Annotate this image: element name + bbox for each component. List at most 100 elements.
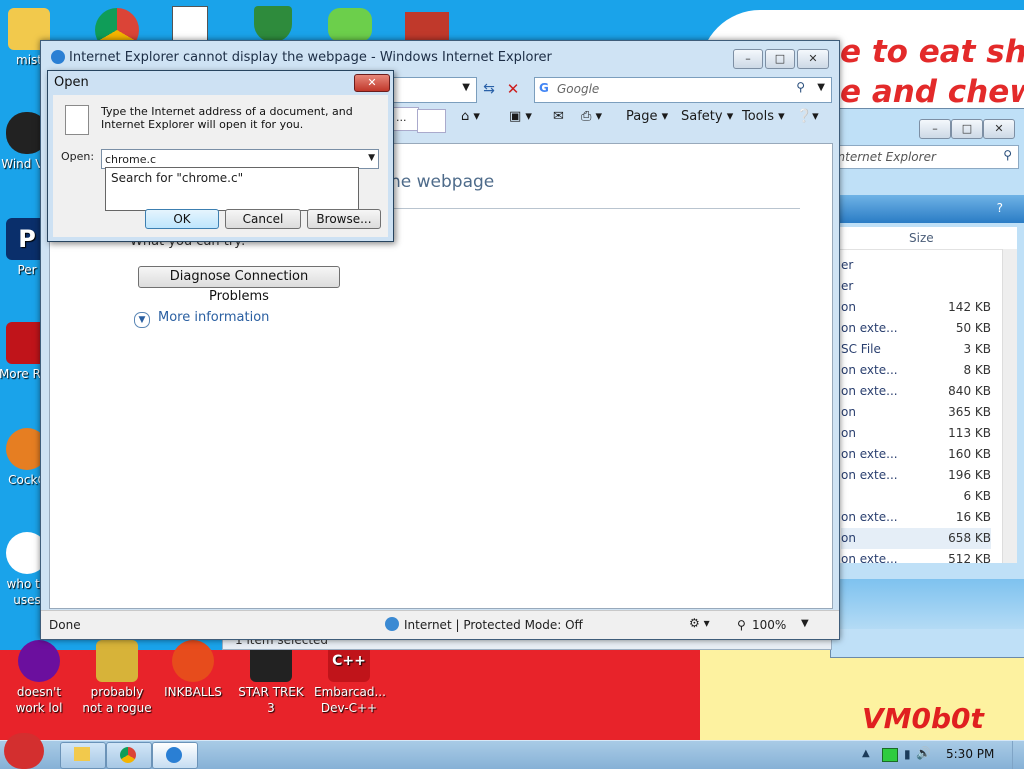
- expand-icon[interactable]: ▼: [134, 312, 150, 328]
- file-row[interactable]: on exte... 160 KB: [841, 444, 991, 465]
- help-icon[interactable]: ?: [997, 201, 1003, 215]
- desktop-icon-label: probably not a rogue: [82, 685, 152, 715]
- desktop-icon-label: Embarcad... Dev-C++: [314, 685, 386, 715]
- desktop-icon-inkballs[interactable]: INKBALLS: [158, 640, 228, 700]
- chrome-icon: [120, 747, 136, 763]
- chevron-down-icon[interactable]: ▼: [817, 82, 825, 93]
- refresh-icon[interactable]: ⇆: [479, 77, 499, 101]
- explorer-window: – □ ✕ Internet Explorer ⚲ ? Size er er o…: [830, 108, 1024, 658]
- popup-blocker-icon[interactable]: ⚙ ▾: [689, 616, 710, 630]
- open-input[interactable]: chrome.c ▼: [101, 149, 379, 169]
- desktop-icon-label: Per: [17, 263, 37, 277]
- mail-icon[interactable]: ✉: [553, 109, 564, 124]
- ie-tab[interactable]: ...: [393, 107, 419, 131]
- dialog-body: Type the Internet address of a document,…: [53, 95, 388, 237]
- file-row[interactable]: on exte... 16 KB: [841, 507, 991, 528]
- zoom-level[interactable]: 100%: [752, 618, 786, 632]
- explorer-minimize-button[interactable]: –: [919, 119, 951, 139]
- ie-maximize-button[interactable]: □: [765, 49, 795, 69]
- wallpaper-text-2: e and chew: [840, 74, 1024, 110]
- tools-menu[interactable]: Tools ▾: [742, 109, 785, 124]
- ie-tab-label: ...: [396, 111, 407, 124]
- status-text: Done: [49, 618, 81, 632]
- open-input-value: chrome.c: [105, 153, 157, 166]
- security-zone-text[interactable]: Internet | Protected Mode: Off: [404, 618, 583, 632]
- diagnose-connection-button[interactable]: Diagnose Connection Problems: [138, 266, 340, 304]
- chevron-down-icon[interactable]: ▼: [462, 82, 470, 93]
- search-icon: ⚲: [1003, 148, 1012, 162]
- chevron-down-icon[interactable]: ▼: [368, 153, 375, 163]
- browse-button[interactable]: Browse...: [307, 209, 381, 229]
- file-row[interactable]: on exte... 512 KB: [841, 549, 991, 570]
- file-row[interactable]: SC File 3 KB: [841, 339, 991, 360]
- dialog-close-button[interactable]: ✕: [354, 74, 390, 92]
- help-icon[interactable]: ❔▾: [796, 109, 819, 124]
- file-row[interactable]: on exte... 840 KB: [841, 381, 991, 402]
- desktop-icon-label: doesn't work lol: [15, 685, 63, 715]
- explorer-search-input[interactable]: Internet Explorer ⚲: [831, 145, 1019, 169]
- explorer-column-header: Size: [831, 227, 1017, 250]
- file-row[interactable]: er: [841, 276, 991, 297]
- size-column-header[interactable]: Size: [909, 231, 934, 245]
- feeds-icon[interactable]: ▣ ▾: [509, 109, 532, 124]
- ie-close-button[interactable]: ✕: [797, 49, 829, 69]
- safety-menu[interactable]: Safety ▾: [681, 109, 733, 124]
- autocomplete-item[interactable]: Search for "chrome.c": [111, 171, 243, 185]
- show-hidden-icons[interactable]: ▲: [862, 748, 870, 759]
- battery-icon[interactable]: ▮: [904, 747, 911, 761]
- new-tab-button[interactable]: [417, 109, 446, 133]
- desktop-icon-yahoo[interactable]: doesn't work lol: [4, 640, 74, 716]
- taskbar-chrome-button[interactable]: [106, 742, 152, 769]
- home-icon[interactable]: ⌂ ▾: [461, 109, 480, 124]
- taskbar: ▲ ▮ 🔊 5:30 PM: [0, 733, 1024, 769]
- search-icon[interactable]: ⚲: [796, 80, 805, 94]
- flag-icon[interactable]: [405, 12, 449, 40]
- file-row[interactable]: on exte... 196 KB: [841, 465, 991, 486]
- file-row[interactable]: on 113 KB: [841, 423, 991, 444]
- stop-icon[interactable]: ✕: [503, 77, 523, 101]
- more-information-link[interactable]: More information: [158, 310, 269, 325]
- chevron-down-icon[interactable]: ▼: [801, 618, 809, 629]
- zoom-icon[interactable]: ⚲: [737, 618, 746, 632]
- file-row[interactable]: on 365 KB: [841, 402, 991, 423]
- desktop-icon-startrek[interactable]: STAR TREK 3: [236, 640, 306, 716]
- file-row[interactable]: on exte... 50 KB: [841, 318, 991, 339]
- flag-icon[interactable]: [882, 748, 898, 762]
- autocomplete-dropdown[interactable]: Search for "chrome.c": [105, 167, 359, 211]
- start-button[interactable]: [4, 733, 44, 769]
- desktop-icon-label: STAR TREK 3: [238, 685, 304, 715]
- print-icon[interactable]: ⎙ ▾: [581, 109, 602, 124]
- explorer-scrollbar[interactable]: [1002, 249, 1017, 563]
- page-menu[interactable]: Page ▾: [626, 109, 668, 124]
- file-row-selected[interactable]: on 658 KB: [841, 528, 991, 549]
- taskbar-ie-button[interactable]: [152, 742, 198, 769]
- ie-logo-icon: [51, 50, 65, 64]
- file-row[interactable]: 6 KB: [841, 486, 991, 507]
- desktop-icon-devcpp[interactable]: C++ Embarcad... Dev-C++: [314, 640, 386, 716]
- ball-icon: [172, 640, 214, 682]
- taskbar-explorer-button[interactable]: [60, 742, 106, 769]
- cards-icon[interactable]: [172, 6, 208, 44]
- explorer-file-list: Size er er on 142 KB on exte... 50 KB SC F…: [831, 227, 1017, 566]
- folder-icon: [74, 747, 90, 761]
- cancel-button[interactable]: Cancel: [225, 209, 301, 229]
- open-dialog: Open ✕ Type the Internet address of a do…: [47, 70, 394, 242]
- desktop-icon-probably[interactable]: probably not a rogue: [82, 640, 152, 716]
- gears-icon: [96, 640, 138, 682]
- piggy-icon[interactable]: [328, 8, 372, 42]
- dialog-description: Type the Internet address of a document,…: [101, 105, 353, 131]
- wallpaper-text-1: e to eat shit: [840, 34, 1024, 70]
- volume-icon[interactable]: 🔊: [916, 746, 931, 760]
- ok-button[interactable]: OK: [145, 209, 219, 229]
- file-row[interactable]: er: [841, 255, 991, 276]
- clock[interactable]: 5:30 PM: [946, 747, 994, 761]
- ie-search-input[interactable]: G Google ⚲ ▼: [534, 77, 832, 103]
- shield-icon[interactable]: [254, 6, 292, 42]
- show-desktop-button[interactable]: [1012, 741, 1024, 769]
- ie-address-bar[interactable]: ▼: [393, 77, 477, 103]
- ie-minimize-button[interactable]: –: [733, 49, 763, 69]
- explorer-maximize-button[interactable]: □: [951, 119, 983, 139]
- explorer-close-button[interactable]: ✕: [983, 119, 1015, 139]
- file-row[interactable]: on exte... 8 KB: [841, 360, 991, 381]
- file-row[interactable]: on 142 KB: [841, 297, 991, 318]
